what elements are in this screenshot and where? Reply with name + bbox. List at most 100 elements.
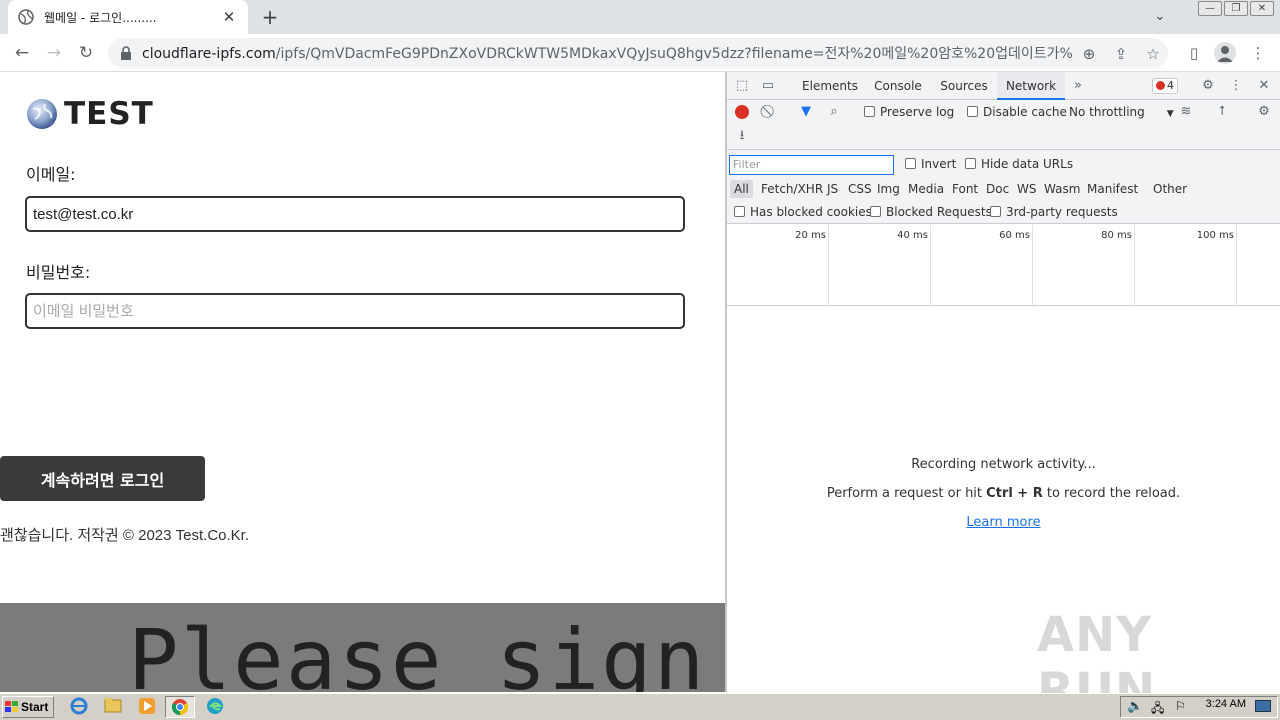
type-filter-wasm[interactable]: Wasm [1040,180,1084,198]
error-count-badge[interactable]: 4 [1152,78,1178,94]
tab-elements[interactable]: Elements [797,72,863,100]
profile-icon [1217,46,1233,62]
minimize-button[interactable]: — [1198,1,1222,16]
preserve-log-label: Preserve log [880,105,955,119]
network-toolbar: ⃠ ▼ ⌕ Preserve log Disable cache No thro… [727,100,1280,124]
network-timeline: 20 ms 40 ms 60 ms 80 ms 100 ms [727,225,1280,306]
timeline-gridline [1134,225,1135,305]
type-filter-img[interactable]: Img [873,180,904,198]
blocked-requests-label: Blocked Requests [886,205,992,219]
filter-icon[interactable]: ▼ [797,103,815,121]
address-bar[interactable]: cloudflare-ipfs.com/ipfs/QmVDacmFeG9PDnZ… [108,38,1168,68]
checkbox-box [864,106,875,117]
hide-data-urls-checkbox[interactable]: Hide data URLs [965,157,1073,171]
close-tab-icon[interactable]: ✕ [220,8,238,26]
type-filter-doc[interactable]: Doc [982,180,1013,198]
network-icon[interactable]: 🖧 [1151,699,1164,720]
preserve-log-checkbox[interactable]: Preserve log [864,105,954,119]
edge-icon[interactable] [204,697,226,717]
share-icon[interactable]: ⇪ [1112,45,1130,63]
inspect-element-icon[interactable]: ⬚ [733,77,751,95]
media-player-icon[interactable] [136,697,158,717]
invert-label: Invert [921,157,957,171]
restore-button[interactable]: ❐ [1224,1,1248,16]
type-filter-media[interactable]: Media [904,180,948,198]
folder-logo [104,698,122,713]
side-panel-icon[interactable]: ▯ [1184,43,1204,63]
login-button[interactable]: 계속하려면 로그인 [0,456,205,501]
back-button[interactable]: ← [10,41,34,65]
record-icon[interactable] [735,105,749,119]
checkbox-box [990,206,1001,217]
type-filter-fetch-xhr[interactable]: Fetch/XHR [757,180,827,198]
timeline-gridline [1236,225,1237,305]
blocked-requests-checkbox[interactable]: Blocked Requests [870,205,992,219]
checkbox-box [734,206,745,217]
close-window-button[interactable]: ✕ [1250,1,1274,16]
globe-logo-icon [27,99,57,129]
edge-logo [207,698,223,714]
menu-dots-icon[interactable]: ⋮ [1248,43,1268,63]
type-filter-all[interactable]: All [730,180,753,198]
throttling-select[interactable]: No throttling ▼ [1069,105,1174,119]
filter-input[interactable]: Filter [729,155,894,175]
search-icon[interactable]: ⌕ [825,103,843,121]
tab-search-icon[interactable]: ⌄ [1150,7,1170,27]
url-host: cloudflare-ipfs.com [142,46,276,62]
browser-tab[interactable]: 웹메일 - 로그인......... ✕ [8,0,248,34]
zoom-icon[interactable]: ⊕ [1080,45,1098,63]
network-conditions-icon[interactable]: ≋ [1177,103,1195,121]
clock: 3:24 AM [1205,698,1246,710]
type-filter-font[interactable]: Font [948,180,982,198]
new-tab-button[interactable]: + [258,6,282,28]
tab-strip: 웹메일 - 로그인......... ✕ + ⌄ — ❐ ✕ [0,0,1280,34]
tab-sources[interactable]: Sources [933,72,995,100]
device-toolbar-icon[interactable]: ▭ [759,77,777,95]
devtools-menu-icon[interactable]: ⋮ [1227,77,1245,95]
learn-more-link[interactable]: Learn more [727,515,1280,530]
export-har-icon[interactable]: ⭳ [733,127,751,145]
network-settings-icon[interactable]: ⚙ [1255,103,1273,121]
filter-bar: Filter Invert Hide data URLs All Fetch/X… [727,150,1280,224]
checkbox-box [870,206,881,217]
recording-text: Recording network activity... [911,457,1096,472]
bookmark-star-icon[interactable]: ☆ [1144,45,1162,63]
volume-icon[interactable]: 🔈 [1127,699,1143,714]
email-field[interactable] [25,196,685,232]
lock-icon [121,46,131,60]
type-filter-js[interactable]: JS [823,180,842,198]
action-center-flag-icon[interactable]: ⚐ [1175,699,1186,713]
import-har-icon[interactable]: ⭡ [1213,103,1231,121]
folder-icon[interactable] [102,697,124,717]
web-page: TEST 이메일: 비밀번호: 계속하려면 로그인 괜찮습니다. 저작권 © 2… [0,72,725,692]
start-button[interactable]: Start [2,696,54,718]
chrome-taskbar-button[interactable] [165,696,195,718]
tab-network[interactable]: Network [997,72,1065,100]
close-devtools-icon[interactable]: ✕ [1255,77,1273,95]
devtools-panel: ⬚ ▭ Elements Console Sources Network » 4… [727,72,1280,719]
type-filter-other[interactable]: Other [1149,180,1191,198]
perform-request-text: Perform a request or hit Ctrl + R to rec… [727,486,1280,501]
password-field[interactable] [25,293,685,329]
show-desktop-icon[interactable] [1255,700,1271,712]
timeline-label: 60 ms [999,230,1030,241]
type-filter-css[interactable]: CSS [844,180,876,198]
disable-cache-checkbox[interactable]: Disable cache [967,105,1067,119]
tab-console[interactable]: Console [867,72,929,100]
more-tabs-icon[interactable]: » [1069,77,1087,95]
third-party-checkbox[interactable]: 3rd-party requests [990,205,1118,219]
blocked-cookies-checkbox[interactable]: Has blocked cookies [734,205,872,219]
timeline-gridline [828,225,829,305]
type-filter-ws[interactable]: WS [1013,180,1040,198]
forward-button[interactable]: → [42,41,66,65]
copyright-text: 괜찮습니다. 저작권 © 2023 Test.Co.Kr. [0,527,250,544]
clear-icon[interactable]: ⃠ [761,103,779,121]
url-text: cloudflare-ipfs.com/ipfs/QmVDacmFeG9PDnZ… [142,43,1072,63]
invert-checkbox[interactable]: Invert [905,157,956,171]
profile-avatar[interactable] [1214,42,1236,64]
reload-button[interactable]: ↻ [74,41,98,65]
settings-gear-icon[interactable]: ⚙ [1199,77,1217,95]
ie-logo [70,697,88,715]
ie-icon[interactable] [68,697,90,717]
type-filter-manifest[interactable]: Manifest [1083,180,1142,198]
